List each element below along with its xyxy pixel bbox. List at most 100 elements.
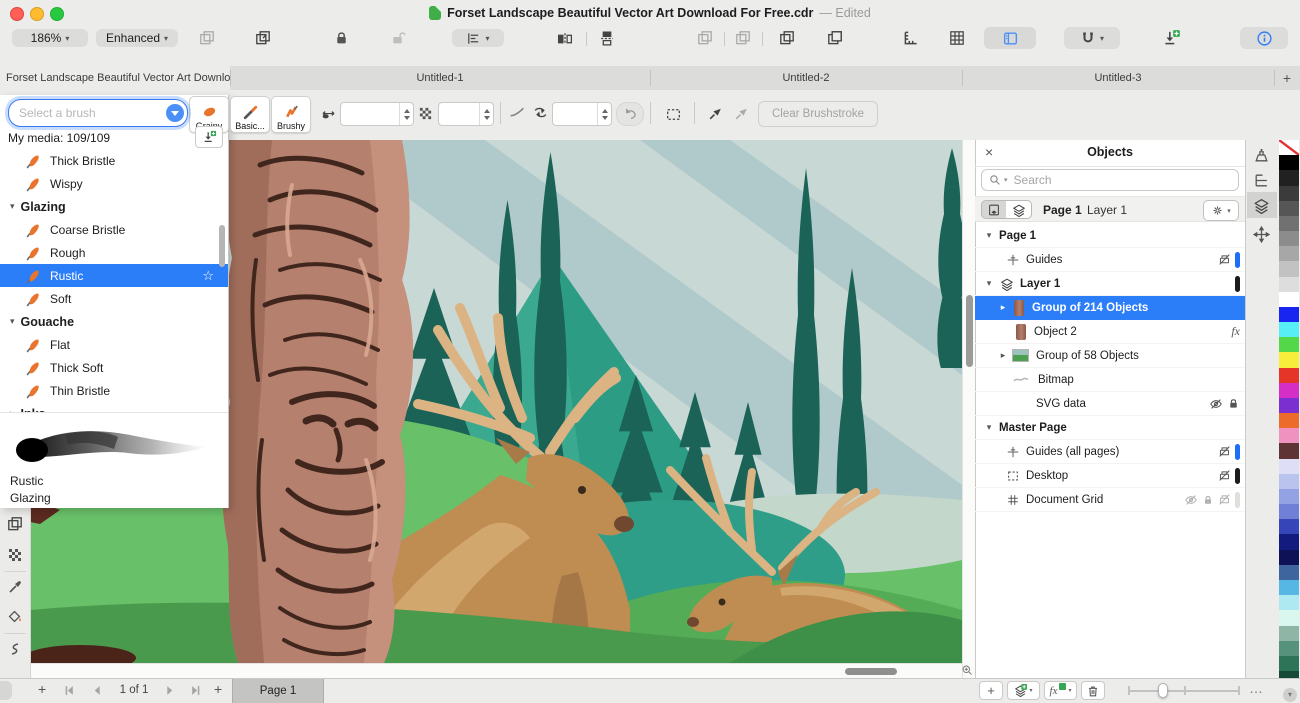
color-swatch[interactable] [1279, 626, 1299, 641]
disclosure-icon[interactable]: ▾ [984, 278, 994, 289]
hidden-eye-icon[interactable] [1209, 397, 1223, 411]
tab-untitled-2[interactable]: Untitled-2 [650, 66, 962, 90]
new-layer-button[interactable]: ▾ [1007, 681, 1040, 700]
bounding-box-button[interactable] [658, 102, 688, 126]
tree-row-master-page[interactable]: ▾ Master Page [975, 416, 1245, 440]
color-swatch[interactable] [1279, 383, 1299, 398]
arrange-backward-icon[interactable] [826, 29, 844, 47]
color-swatch[interactable] [1279, 504, 1299, 519]
color-swatch[interactable] [1279, 292, 1299, 307]
zoom-level-dropdown[interactable]: 186%▾ [12, 29, 88, 47]
color-swatch[interactable] [1279, 201, 1299, 216]
new-effect-button[interactable]: fx ▾ [1044, 681, 1077, 700]
group-icon[interactable] [198, 29, 216, 47]
print-disabled-icon[interactable] [1218, 493, 1231, 506]
color-swatch[interactable] [1279, 322, 1299, 337]
rotation-field[interactable] [552, 102, 612, 126]
tab-untitled-3[interactable]: Untitled-3 [962, 66, 1274, 90]
tab-untitled-1[interactable]: Untitled-1 [230, 66, 650, 90]
palette-scroll-down-button[interactable]: ▾ [1283, 688, 1297, 702]
brush-group-glazing[interactable]: ▾Glazing [0, 195, 228, 218]
apply-brushstroke-button[interactable] [702, 100, 728, 126]
canvas-vertical-scrollbar[interactable] [962, 140, 975, 678]
disclosure-icon[interactable]: ▸ [998, 350, 1008, 361]
color-swatch[interactable] [1279, 216, 1299, 231]
disclosure-icon[interactable]: ▾ [984, 422, 994, 433]
brush-group-inks[interactable]: ▸Inks [0, 402, 228, 412]
color-swatch[interactable] [1279, 170, 1299, 185]
transparency-tool-icon[interactable] [7, 547, 23, 563]
brush-type-basic-button[interactable]: Basic... [230, 96, 270, 133]
tree-row-layer-1[interactable]: ▾ Layer 1 [975, 272, 1245, 296]
layer-color-bar-black[interactable] [1235, 468, 1240, 484]
grid-icon[interactable] [948, 29, 966, 47]
arrange-to-back-icon[interactable] [734, 29, 752, 47]
fill-tool-icon[interactable] [7, 609, 23, 625]
thumbnail-size-slider-thumb[interactable] [1158, 683, 1168, 698]
color-swatch[interactable] [1279, 443, 1299, 458]
nib-size-field[interactable] [340, 102, 414, 126]
color-swatch[interactable] [1279, 610, 1299, 625]
smudge-tool-icon[interactable] [7, 641, 23, 657]
color-swatch[interactable] [1279, 277, 1299, 292]
brush-item-flat[interactable]: Flat [0, 333, 228, 356]
more-options-button[interactable]: … [1249, 680, 1264, 696]
tree-row-object-2[interactable]: Object 2 fx [975, 320, 1245, 344]
rulers-icon[interactable] [902, 29, 920, 47]
properties-docker-icon[interactable] [1253, 172, 1270, 189]
stepper-buttons[interactable] [479, 103, 493, 125]
tree-row-bitmap[interactable]: Bitmap [975, 368, 1245, 392]
drawer-handle[interactable] [0, 681, 12, 700]
tree-row-document-grid[interactable]: Document Grid [975, 488, 1245, 512]
smoothing-icon[interactable] [508, 104, 526, 121]
get-more-icon[interactable] [1162, 29, 1181, 47]
color-swatch[interactable] [1279, 459, 1299, 474]
mirror-vertical-icon[interactable] [598, 30, 616, 47]
locked-icon[interactable] [1202, 494, 1214, 506]
favorite-star-icon[interactable]: ☆ [202, 268, 214, 284]
previous-page-icon[interactable] [92, 685, 103, 696]
arrange-to-front-icon[interactable] [696, 29, 714, 47]
disclosure-icon[interactable]: ▸ [998, 302, 1008, 313]
layer-color-bar-blue[interactable] [1235, 444, 1240, 460]
transform-docker-icon[interactable] [1253, 226, 1270, 243]
layer-view-toggle[interactable] [1006, 200, 1032, 219]
color-swatch[interactable] [1279, 519, 1299, 534]
brush-group-gouache[interactable]: ▾Gouache [0, 310, 228, 333]
color-swatch[interactable] [1279, 595, 1299, 610]
first-page-icon[interactable] [64, 685, 75, 696]
page-1-tab[interactable]: Page 1 [232, 679, 324, 703]
add-page-button[interactable]: + [38, 681, 46, 697]
reset-rotation-button[interactable] [616, 102, 644, 126]
print-disabled-icon[interactable] [1218, 469, 1231, 482]
horizontal-scroll-thumb[interactable] [845, 668, 897, 675]
unlock-icon[interactable] [389, 29, 406, 47]
color-swatch[interactable] [1279, 413, 1299, 428]
brush-item-rough[interactable]: Rough [0, 241, 228, 264]
tree-row-guides-all-pages[interactable]: Guides (all pages) [975, 440, 1245, 464]
snap-to-dropdown[interactable]: ▾ [1064, 27, 1120, 49]
next-page-icon[interactable] [164, 685, 175, 696]
color-swatch[interactable] [1279, 656, 1299, 671]
color-swatch[interactable] [1279, 641, 1299, 656]
color-swatch[interactable] [1279, 398, 1299, 413]
tree-row-page-1[interactable]: ▾ Page 1 [975, 224, 1245, 248]
inspectors-toggle[interactable] [1240, 27, 1288, 49]
brush-select-input[interactable] [9, 106, 166, 120]
color-swatch[interactable] [1279, 550, 1299, 565]
color-swatch[interactable] [1279, 534, 1299, 549]
eyedropper-tool-icon[interactable] [7, 579, 23, 595]
color-swatch[interactable] [1279, 186, 1299, 201]
page-layout-toggle[interactable] [984, 27, 1036, 49]
locked-icon[interactable] [1227, 397, 1240, 410]
hidden-eye-icon[interactable] [1184, 493, 1198, 507]
layer-color-bar-blue[interactable] [1235, 252, 1240, 268]
brush-type-brushy-button[interactable]: Brushy [271, 96, 311, 133]
vertical-scroll-thumb[interactable] [966, 295, 973, 367]
arrange-forward-icon[interactable] [778, 29, 796, 47]
brush-select-combobox[interactable] [8, 99, 188, 127]
page-sorter-tool-icon[interactable] [6, 515, 24, 533]
stepper-buttons[interactable] [399, 103, 413, 125]
tree-row-guides[interactable]: Guides [975, 248, 1245, 272]
tree-row-desktop[interactable]: Desktop [975, 464, 1245, 488]
